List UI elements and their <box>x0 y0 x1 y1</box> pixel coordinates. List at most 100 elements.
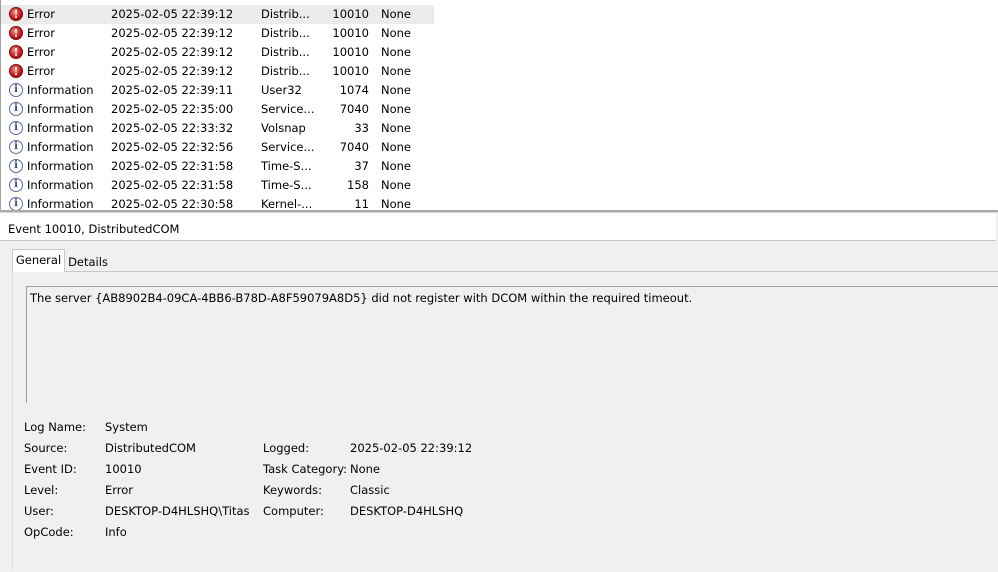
event-task-category: None <box>381 83 412 97</box>
event-id: 7040 <box>339 102 369 116</box>
event-row[interactable]: ! Error 2025-02-05 22:39:12 Distrib... 10010… <box>1 62 434 81</box>
event-task-category: None <box>381 178 412 192</box>
event-source: Kernel-... <box>261 197 313 211</box>
event-level: Error <box>27 45 56 59</box>
information-icon: i <box>9 121 24 136</box>
event-date: 2025-02-05 22:31:58 <box>111 159 234 173</box>
event-id: 10010 <box>332 7 369 21</box>
event-task-category: None <box>381 45 412 59</box>
event-row[interactable]: ! Error 2025-02-05 22:39:12 Distrib... 10010… <box>1 5 434 24</box>
tab-general[interactable]: General <box>12 249 65 272</box>
source-value: DistributedCOM <box>105 441 196 455</box>
event-source: Distrib... <box>261 7 310 21</box>
event-id: 10010 <box>332 45 369 59</box>
event-id-label: Event ID: <box>24 462 77 476</box>
event-row[interactable]: i Information 2025-02-05 22:39:11 User32 107… <box>1 81 434 100</box>
event-task-category: None <box>381 121 412 135</box>
event-title: Event 10010, DistributedCOM <box>0 213 996 241</box>
event-list[interactable]: ! Error 2025-02-05 22:39:12 Distrib... 10010… <box>0 0 998 211</box>
event-task-category: None <box>381 159 412 173</box>
event-date: 2025-02-05 22:35:00 <box>111 102 234 116</box>
source-label: Source: <box>24 441 68 455</box>
event-date: 2025-02-05 22:32:56 <box>111 140 234 154</box>
event-date: 2025-02-05 22:31:58 <box>111 178 234 192</box>
event-source: Service... <box>261 140 315 154</box>
event-row[interactable]: i Information 2025-02-05 22:30:58 Kernel-..… <box>1 195 434 211</box>
event-row[interactable]: ! Error 2025-02-05 22:39:12 Distrib... 10010… <box>1 43 434 62</box>
tab-details[interactable]: Details <box>66 251 110 272</box>
event-id: 7040 <box>339 140 369 154</box>
event-id: 37 <box>354 159 369 173</box>
event-id: 1074 <box>339 83 369 97</box>
event-description-box[interactable]: The server {AB8902B4-09CA-4BB6-B78D-A8F5… <box>26 286 998 403</box>
event-date: 2025-02-05 22:39:11 <box>111 83 234 97</box>
event-description: The server {AB8902B4-09CA-4BB6-B78D-A8F5… <box>30 291 693 305</box>
error-icon: ! <box>9 64 24 79</box>
event-row[interactable]: i Information 2025-02-05 22:31:58 Time-S...… <box>1 157 434 176</box>
event-source: User32 <box>261 83 302 97</box>
event-task-category: None <box>381 140 412 154</box>
information-icon: i <box>9 178 24 193</box>
information-icon: i <box>9 102 24 117</box>
event-row[interactable]: i Information 2025-02-05 22:32:56 Service..… <box>1 138 434 157</box>
keywords-value: Classic <box>350 483 390 497</box>
event-level: Information <box>27 140 94 154</box>
error-icon: ! <box>9 7 24 22</box>
information-icon: i <box>9 197 24 211</box>
event-id: 10010 <box>332 26 369 40</box>
event-date: 2025-02-05 22:39:12 <box>111 45 234 59</box>
event-id-value: 10010 <box>105 462 142 476</box>
event-level: Information <box>27 197 94 211</box>
event-level: Information <box>27 83 94 97</box>
event-row[interactable]: i Information 2025-02-05 22:33:32 Volsnap 33… <box>1 119 434 138</box>
information-icon: i <box>9 159 24 174</box>
event-source: Service... <box>261 102 315 116</box>
event-id: 158 <box>347 178 369 192</box>
information-icon: i <box>9 83 24 98</box>
event-date: 2025-02-05 22:33:32 <box>111 121 234 135</box>
event-source: Distrib... <box>261 26 310 40</box>
opcode-value: Info <box>105 525 127 539</box>
event-source: Distrib... <box>261 45 310 59</box>
event-task-category: None <box>381 197 412 211</box>
event-task-category: None <box>381 7 412 21</box>
logged-label: Logged: <box>263 441 310 455</box>
level-value: Error <box>105 483 134 497</box>
log-name-label: Log Name: <box>24 420 86 434</box>
event-level: Information <box>27 102 94 116</box>
event-level: Information <box>27 178 94 192</box>
task-category-label: Task Category: <box>263 462 348 476</box>
event-level: Information <box>27 159 94 173</box>
event-task-category: None <box>381 64 412 78</box>
event-source: Volsnap <box>261 121 306 135</box>
event-row[interactable]: i Information 2025-02-05 22:35:00 Service..… <box>1 100 434 119</box>
user-value: DESKTOP-D4HLSHQ\Titas <box>105 504 250 518</box>
event-source: Time-S... <box>261 178 312 192</box>
event-level: Information <box>27 121 94 135</box>
event-level: Error <box>27 7 56 21</box>
information-icon: i <box>9 140 24 155</box>
event-source: Distrib... <box>261 64 310 78</box>
error-icon: ! <box>9 45 24 60</box>
event-date: 2025-02-05 22:30:58 <box>111 197 234 211</box>
event-id: 10010 <box>332 64 369 78</box>
task-category-value: None <box>350 462 381 476</box>
error-icon: ! <box>9 26 24 41</box>
event-level: Error <box>27 64 56 78</box>
computer-label: Computer: <box>263 504 324 518</box>
event-date: 2025-02-05 22:39:12 <box>111 7 234 21</box>
event-level: Error <box>27 26 56 40</box>
event-date: 2025-02-05 22:39:12 <box>111 64 234 78</box>
event-task-category: None <box>381 102 412 116</box>
log-name-value: System <box>105 420 148 434</box>
event-id: 11 <box>354 197 369 211</box>
user-label: User: <box>24 504 54 518</box>
event-row[interactable]: i Information 2025-02-05 22:31:58 Time-S...… <box>1 176 434 195</box>
logged-value: 2025-02-05 22:39:12 <box>350 441 473 455</box>
event-row[interactable]: ! Error 2025-02-05 22:39:12 Distrib... 10010… <box>1 24 434 43</box>
computer-value: DESKTOP-D4HLSHQ <box>350 504 464 518</box>
event-source: Time-S... <box>261 159 312 173</box>
level-label: Level: <box>24 483 59 497</box>
event-id: 33 <box>354 121 369 135</box>
event-date: 2025-02-05 22:39:12 <box>111 26 234 40</box>
